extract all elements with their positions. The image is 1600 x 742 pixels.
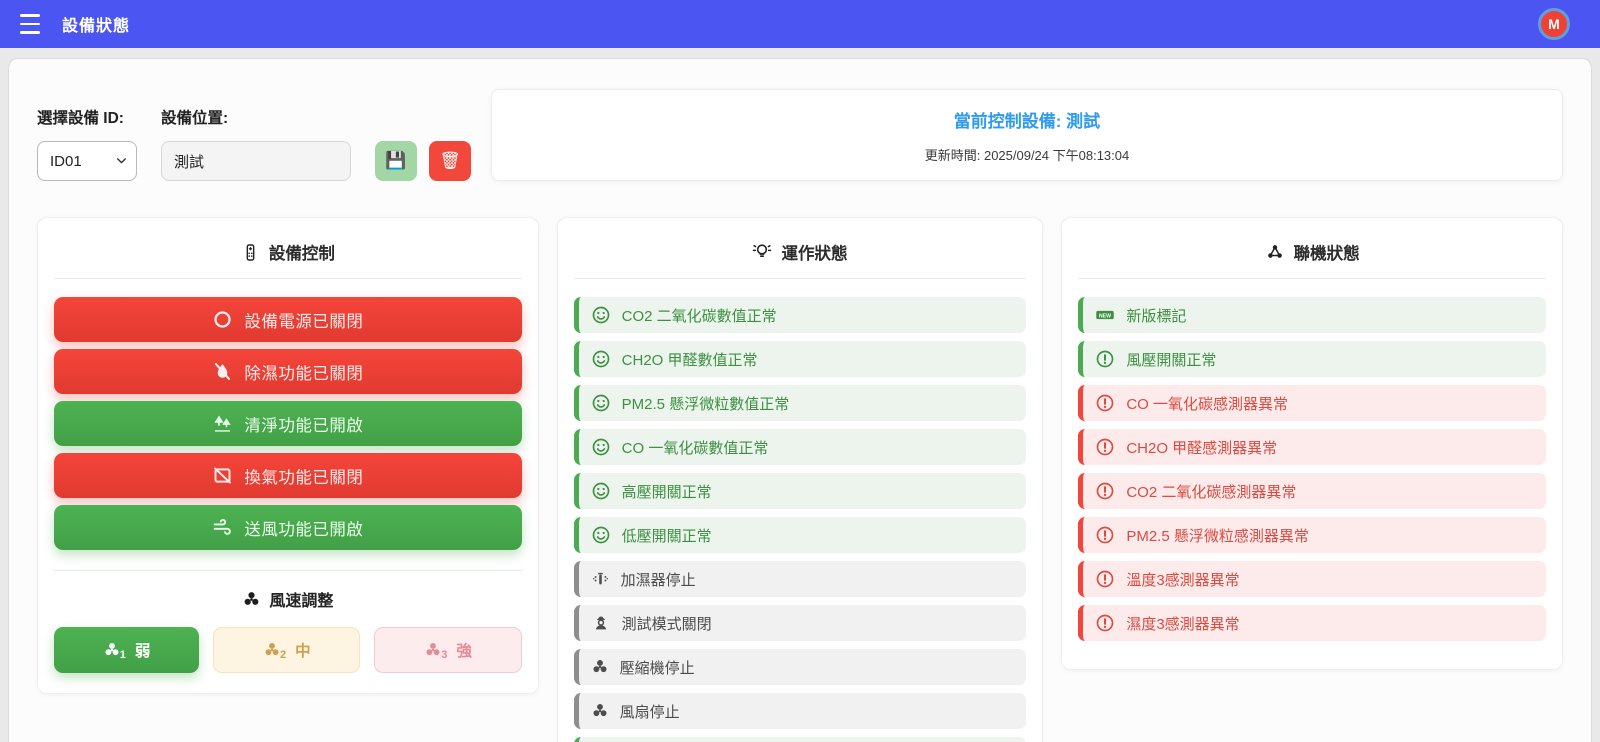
save-button[interactable]: 💾: [375, 141, 417, 181]
bulb-icon: [752, 242, 772, 262]
smiley-icon: [591, 437, 611, 457]
airflow-icon: [212, 517, 233, 538]
avatar[interactable]: M: [1538, 8, 1570, 40]
control-button[interactable]: 清淨功能已開啟: [54, 401, 522, 446]
humidifier-icon: [591, 570, 610, 589]
delete-button[interactable]: 🗑: [429, 141, 471, 181]
svg-text:NEW: NEW: [1099, 313, 1111, 319]
alert-circle-icon: [1095, 613, 1115, 633]
control-button-list: 設備電源已關閉 除濕功能已關閉 清淨功能已開啟 換氣功能已關閉 送風功能已開啟: [54, 297, 522, 550]
device-id-field-group: 選擇設備 ID: ID01: [37, 106, 137, 181]
fan-speed-button[interactable]: 3 強: [374, 627, 522, 673]
status-item: 測試模式關閉: [573, 605, 1027, 641]
connection-status-list: NEW 新版標記 風壓開關正常 CO 一氧化碳感測器異常 CH2O 甲醛感測器異…: [1078, 297, 1546, 641]
fan-blade-icon: [591, 658, 609, 676]
alert-circle-icon: [1095, 393, 1115, 413]
power-circle-icon: [212, 309, 233, 330]
smiley-icon: [591, 349, 611, 369]
alert-circle-icon: [1095, 437, 1115, 457]
device-location-input[interactable]: [161, 141, 351, 181]
top-row: 選擇設備 ID: ID01 設備位置: 💾 🗑: [37, 89, 1563, 181]
status-item: CO2 二氧化碳感測器異常: [1078, 473, 1546, 509]
engineer-icon: [591, 613, 611, 633]
new-badge-icon: NEW: [1095, 305, 1115, 325]
status-item: 濕度3感測器異常: [1078, 605, 1546, 641]
status-item: 低壓開關正常: [573, 517, 1027, 553]
status-item: PM2.5 懸浮微粒感測器異常: [1078, 517, 1546, 553]
forest-icon: [212, 413, 233, 434]
control-panel-title: 設備控制: [54, 232, 522, 279]
fan-blade-icon: [591, 702, 609, 720]
smiley-icon: [591, 393, 611, 413]
hamburger-icon[interactable]: [20, 14, 46, 34]
ventilation-off-icon: [212, 465, 233, 486]
status-item: 壓縮機停止: [573, 649, 1027, 685]
current-device-card: 當前控制設備: 測試 更新時間: 2025/09/24 下午08:13:04: [491, 89, 1563, 181]
device-location-label: 設備位置:: [161, 110, 229, 127]
operation-status-list: CO2 二氧化碳數值正常 CH2O 甲醛數值正常 PM2.5 懸浮微粒數值正常: [573, 297, 1027, 742]
fan-speed-options: 1 弱 2 中 3 強: [54, 627, 522, 673]
device-id-select[interactable]: ID01: [37, 141, 137, 181]
status-item: CO2 二氧化碳數值正常: [573, 297, 1027, 333]
fan-speed-button[interactable]: 1 弱: [54, 627, 200, 673]
fan-blade-icon: [103, 641, 121, 659]
update-timestamp: 更新時間: 2025/09/24 下午08:13:04: [924, 148, 1130, 163]
status-item: CO 一氧化碳數值正常: [573, 429, 1027, 465]
smiley-icon: [591, 525, 611, 545]
app-header: 設備狀態 M: [0, 0, 1600, 48]
status-item: PM2.5 懸浮微粒數值正常: [573, 385, 1027, 421]
trash-icon: 🗑: [439, 151, 461, 170]
status-item: CH2O 甲醛數值正常: [573, 341, 1027, 377]
fan-blade-icon: [424, 641, 442, 659]
control-panel: 設備控制 設備電源已關閉 除濕功能已關閉 清淨功能已開啟 換氣功能已關閉 送風功…: [37, 217, 539, 694]
device-form: 選擇設備 ID: ID01 設備位置: 💾 🗑: [37, 89, 471, 181]
device-location-field-group: 設備位置:: [161, 106, 351, 181]
fan-icon: [242, 590, 261, 609]
alert-circle-icon: [1095, 569, 1115, 589]
status-item: 管溫感測正常: [573, 737, 1027, 742]
main-container: 選擇設備 ID: ID01 設備位置: 💾 🗑: [8, 58, 1592, 742]
smiley-icon: [591, 305, 611, 325]
control-button[interactable]: 除濕功能已關閉: [54, 349, 522, 394]
status-item: 高壓開關正常: [573, 473, 1027, 509]
remote-icon: [241, 243, 260, 262]
fan-speed-title: 風速調整: [54, 587, 522, 611]
hub-icon: [1265, 242, 1285, 262]
connection-panel-title: 聯機狀態: [1078, 232, 1546, 279]
status-columns: 設備控制 設備電源已關閉 除濕功能已關閉 清淨功能已開啟 換氣功能已關閉 送風功…: [37, 217, 1563, 742]
status-item: 溫度3感測器異常: [1078, 561, 1546, 597]
page-title: 設備狀態: [62, 18, 131, 35]
status-item: CO 一氧化碳感測器異常: [1078, 385, 1546, 421]
divider: [54, 570, 522, 571]
control-button[interactable]: 換氣功能已關閉: [54, 453, 522, 498]
status-item: 加濕器停止: [573, 561, 1027, 597]
device-id-label: 選擇設備 ID:: [37, 110, 124, 127]
control-button[interactable]: 送風功能已開啟: [54, 505, 522, 550]
fan-blade-icon: [263, 641, 281, 659]
save-icon: 💾: [385, 151, 407, 170]
alert-circle-icon: [1095, 525, 1115, 545]
alert-circle-icon: [1095, 481, 1115, 501]
status-item: 風壓開關正常: [1078, 341, 1546, 377]
smiley-icon: [591, 481, 611, 501]
status-item: 風扇停止: [573, 693, 1027, 729]
operation-panel-title: 運作狀態: [573, 232, 1027, 279]
current-device-title: 當前控制設備: 測試: [953, 112, 1101, 131]
dehumidify-off-icon: [212, 361, 233, 382]
alert-circle-icon: [1095, 349, 1115, 369]
fan-speed-button[interactable]: 2 中: [213, 627, 361, 673]
status-item: NEW 新版標記: [1078, 297, 1546, 333]
connection-panel: 聯機狀態 NEW 新版標記 風壓開關正常 CO 一氧化碳感測器異常 CH2O 甲…: [1061, 217, 1563, 670]
control-button[interactable]: 設備電源已關閉: [54, 297, 522, 342]
operation-panel: 運作狀態 CO2 二氧化碳數值正常 CH2O 甲醛數值正常 PM2.5 懸浮微粒…: [556, 217, 1044, 742]
status-item: CH2O 甲醛感測器異常: [1078, 429, 1546, 465]
